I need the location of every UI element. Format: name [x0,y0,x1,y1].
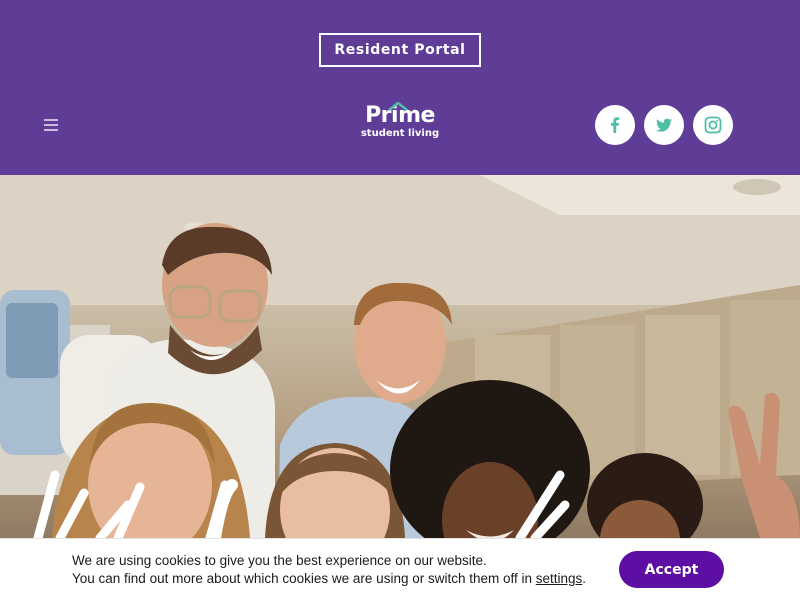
logo-word: Prime [365,101,435,128]
hamburger-menu-icon[interactable] [44,119,58,131]
site-header: Resident Portal Prime student living [0,0,800,175]
twitter-icon [656,118,672,132]
cookie-line-1: We are using cookies to give you the bes… [72,553,487,568]
cookie-message: We are using cookies to give you the bes… [72,552,586,588]
instagram-icon [704,116,722,134]
cookie-settings-link[interactable]: settings [536,571,583,586]
cookie-line-2-prefix: You can find out more about which cookie… [72,571,536,586]
hero-image-students-selfie [0,175,800,538]
twitter-link[interactable] [644,105,684,145]
logo-tagline: student living [360,128,440,139]
instagram-link[interactable] [693,105,733,145]
cookie-consent-banner: We are using cookies to give you the bes… [0,538,800,600]
resident-portal-button[interactable]: Resident Portal [319,33,481,67]
cookie-line-2-suffix: . [582,571,587,586]
hero-photo [0,175,800,538]
cookie-line-2: You can find out more about which cookie… [72,570,586,588]
logo-roof-icon [388,101,408,111]
prime-logo[interactable]: Prime student living [350,101,450,146]
accept-cookies-button[interactable]: Accept [619,551,724,588]
facebook-link[interactable] [595,105,635,145]
facebook-icon [611,117,620,133]
